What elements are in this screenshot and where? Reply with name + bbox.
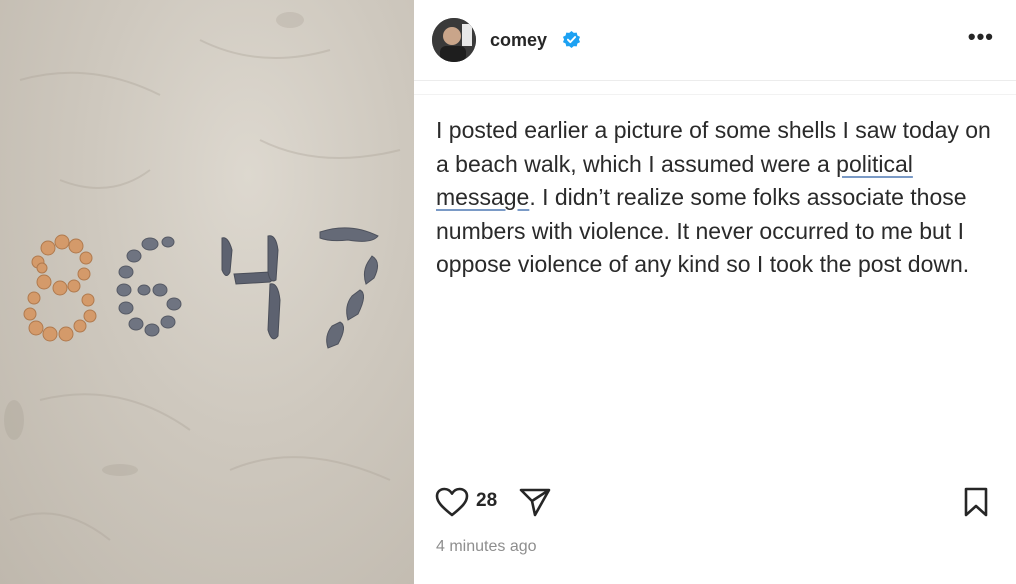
username[interactable]: comey xyxy=(490,30,547,51)
divider xyxy=(414,94,1016,95)
post-photo xyxy=(0,0,414,584)
like-count[interactable]: 28 xyxy=(476,490,497,512)
post-caption: I posted earlier a picture of some shell… xyxy=(436,114,996,282)
verified-badge-icon xyxy=(562,30,581,49)
post-header: comey ••• xyxy=(414,0,1016,81)
caption-link-message[interactable]: message xyxy=(436,184,529,210)
more-options-icon[interactable]: ••• xyxy=(968,24,994,50)
post-detail-panel: comey ••• I posted earlier a picture of … xyxy=(414,0,1016,584)
heart-icon[interactable] xyxy=(434,486,470,518)
bookmark-icon[interactable] xyxy=(962,486,990,518)
avatar[interactable] xyxy=(432,18,476,62)
post-timestamp[interactable]: 4 minutes ago xyxy=(436,538,537,556)
caption-link-political[interactable]: political xyxy=(836,151,913,177)
shells-in-sand-image xyxy=(4,12,401,541)
profile-photo-icon xyxy=(432,18,476,62)
post-actions-bar: 28 xyxy=(434,484,994,520)
send-icon[interactable] xyxy=(518,486,552,518)
